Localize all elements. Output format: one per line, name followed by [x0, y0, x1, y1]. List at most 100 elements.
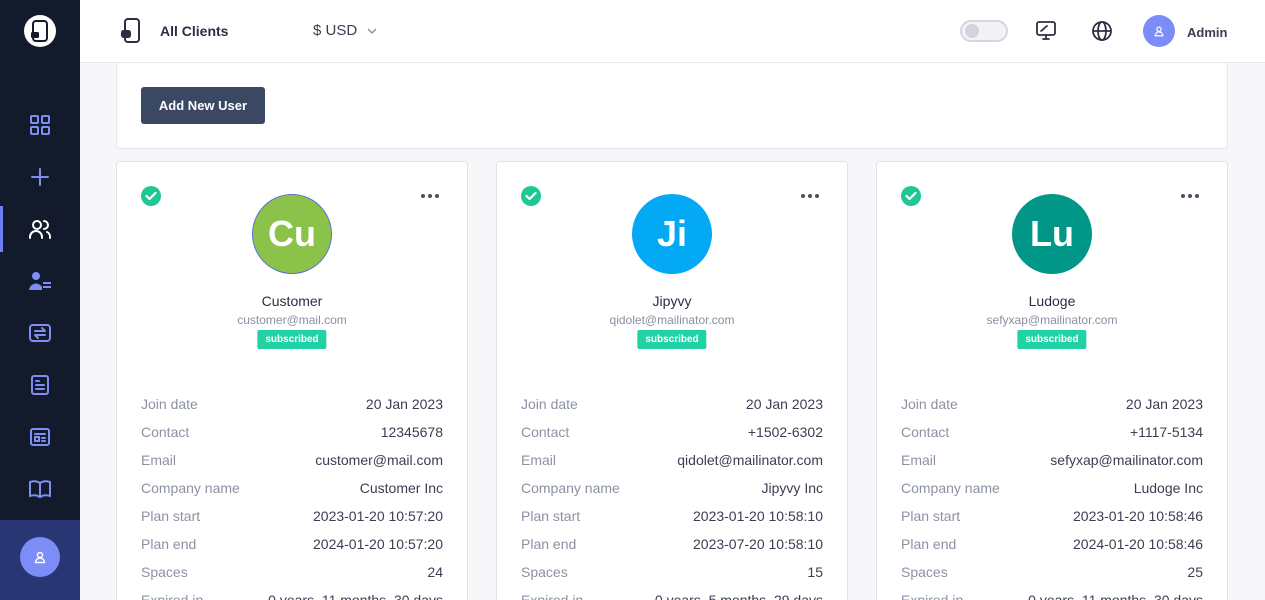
detail-value: Customer Inc [359, 480, 443, 496]
detail-value: 2024-01-20 10:58:46 [1073, 536, 1203, 552]
chevron-down-icon [367, 28, 377, 34]
status-badge: subscribed [637, 330, 707, 349]
detail-row-contact: Contact 12345678 [141, 420, 443, 448]
detail-row-plan-start: Plan start 2023-01-20 10:58:46 [901, 504, 1203, 532]
detail-row-join-date: Join date 20 Jan 2023 [141, 392, 443, 420]
newspaper-icon [30, 428, 50, 446]
detail-value: 12345678 [380, 424, 443, 440]
detail-value: 2023-01-20 10:58:10 [693, 508, 823, 524]
detail-value: customer@mail.com [315, 452, 443, 468]
check-circle-icon [901, 186, 921, 206]
client-details: Join date 20 Jan 2023 Contact +1502-6302 E… [521, 392, 823, 600]
detail-row-join-date: Join date 20 Jan 2023 [901, 392, 1203, 420]
sidebar-item-user-list[interactable] [0, 258, 80, 304]
detail-value: sefyxap@mailinator.com [1050, 452, 1203, 468]
users-icon [29, 220, 51, 239]
status-badge: subscribed [1017, 330, 1087, 349]
theme-toggle[interactable] [960, 20, 1008, 42]
client-avatar: Cu [252, 194, 332, 274]
detail-value: +1117-5134 [1129, 424, 1203, 440]
sidebar-item-docs[interactable] [0, 466, 80, 512]
detail-row-email: Email sefyxap@mailinator.com [901, 448, 1203, 476]
detail-row-spaces: Spaces 15 [521, 560, 823, 588]
sidebar-item-dashboard[interactable] [0, 102, 80, 148]
detail-value: 2023-01-20 10:58:46 [1073, 508, 1203, 524]
detail-row-join-date: Join date 20 Jan 2023 [521, 392, 823, 420]
detail-label: Plan start [141, 508, 201, 524]
detail-label: Spaces [901, 564, 948, 580]
detail-label: Join date [521, 396, 578, 412]
book-icon [29, 480, 51, 498]
plus-icon [31, 168, 49, 186]
sidebar-avatar[interactable] [20, 537, 60, 577]
detail-label: Plan start [901, 508, 961, 524]
detail-label: Email [901, 452, 937, 468]
detail-value: Jipyvy Inc [761, 480, 823, 496]
detail-label: Spaces [141, 564, 188, 580]
status-badge: subscribed [257, 330, 327, 349]
more-options-icon[interactable] [419, 192, 441, 200]
header-avatar[interactable] [1143, 15, 1175, 47]
detail-label: Plan start [521, 508, 581, 524]
currency-select[interactable]: $ USD [313, 22, 377, 39]
client-avatar: Ji [632, 194, 712, 274]
detail-value: 2023-07-20 10:58:10 [693, 536, 823, 552]
more-options-icon[interactable] [1179, 192, 1201, 200]
sidebar-profile-area [0, 520, 80, 600]
sidebar-item-clients[interactable] [0, 206, 80, 252]
client-details: Join date 20 Jan 2023 Contact +1117-5134 E… [901, 392, 1203, 600]
header-username[interactable]: Admin [1187, 25, 1227, 40]
detail-value: 20 Jan 2023 [365, 396, 443, 412]
detail-row-spaces: Spaces 24 [141, 560, 443, 588]
phone-logo-icon [31, 20, 48, 42]
detail-value: 15 [807, 564, 823, 580]
client-details: Join date 20 Jan 2023 Contact 12345678 Ema… [141, 392, 443, 600]
detail-row-expired-in: Expired in 0 years, 11 months, 30 days [141, 588, 443, 600]
detail-row-plan-end: Plan end 2023-07-20 10:58:10 [521, 532, 823, 560]
toggle-knob [965, 24, 979, 38]
add-new-user-button[interactable]: Add New User [141, 87, 265, 124]
detail-label: Email [141, 452, 177, 468]
more-options-icon[interactable] [799, 192, 821, 200]
user-icon [34, 551, 46, 564]
detail-value: 2023-01-20 10:57:20 [313, 508, 443, 524]
detail-value: Ludoge Inc [1133, 480, 1203, 496]
detail-row-spaces: Spaces 25 [901, 560, 1203, 588]
detail-label: Expired in [141, 592, 204, 600]
client-name: Ludoge [1028, 293, 1076, 309]
detail-value: 0 years, 11 months, 30 days [268, 592, 443, 600]
sidebar-item-reports[interactable] [0, 362, 80, 408]
detail-label: Plan end [141, 536, 197, 552]
detail-value: 25 [1187, 564, 1203, 580]
detail-label: Plan end [901, 536, 957, 552]
detail-row-email: Email qidolet@mailinator.com [521, 448, 823, 476]
detail-row-company: Company name Customer Inc [141, 476, 443, 504]
detail-value: 24 [427, 564, 443, 580]
client-email: customer@mail.com [237, 313, 347, 327]
detail-row-plan-end: Plan end 2024-01-20 10:58:46 [901, 532, 1203, 560]
action-panel: Add New User [116, 63, 1228, 149]
sidebar-item-transfer[interactable] [0, 310, 80, 356]
detail-label: Expired in [901, 592, 964, 600]
client-avatar: Lu [1012, 194, 1092, 274]
detail-value: 20 Jan 2023 [745, 396, 823, 412]
sidebar-item-add[interactable] [0, 154, 80, 200]
detail-row-plan-start: Plan start 2023-01-20 10:57:20 [141, 504, 443, 532]
client-email: sefyxap@mailinator.com [986, 313, 1118, 327]
page-title: All Clients [160, 23, 229, 39]
monitor-icon[interactable] [1034, 19, 1058, 43]
client-card: Ji Jipyvy qidolet@mailinator.com subscri… [496, 161, 848, 600]
user-icon [1154, 26, 1164, 37]
detail-value: qidolet@mailinator.com [677, 452, 823, 468]
detail-row-company: Company name Ludoge Inc [901, 476, 1203, 504]
detail-row-contact: Contact +1117-5134 [901, 420, 1203, 448]
sidebar-item-news[interactable] [0, 414, 80, 460]
client-card: Lu Ludoge sefyxap@mailinator.com subscri… [876, 161, 1228, 600]
app-logo[interactable] [24, 15, 56, 47]
globe-icon[interactable] [1090, 19, 1114, 43]
detail-row-contact: Contact +1502-6302 [521, 420, 823, 448]
client-email: qidolet@mailinator.com [609, 313, 735, 327]
detail-value: +1502-6302 [747, 424, 823, 440]
check-circle-icon [521, 186, 541, 206]
detail-label: Contact [141, 424, 190, 440]
